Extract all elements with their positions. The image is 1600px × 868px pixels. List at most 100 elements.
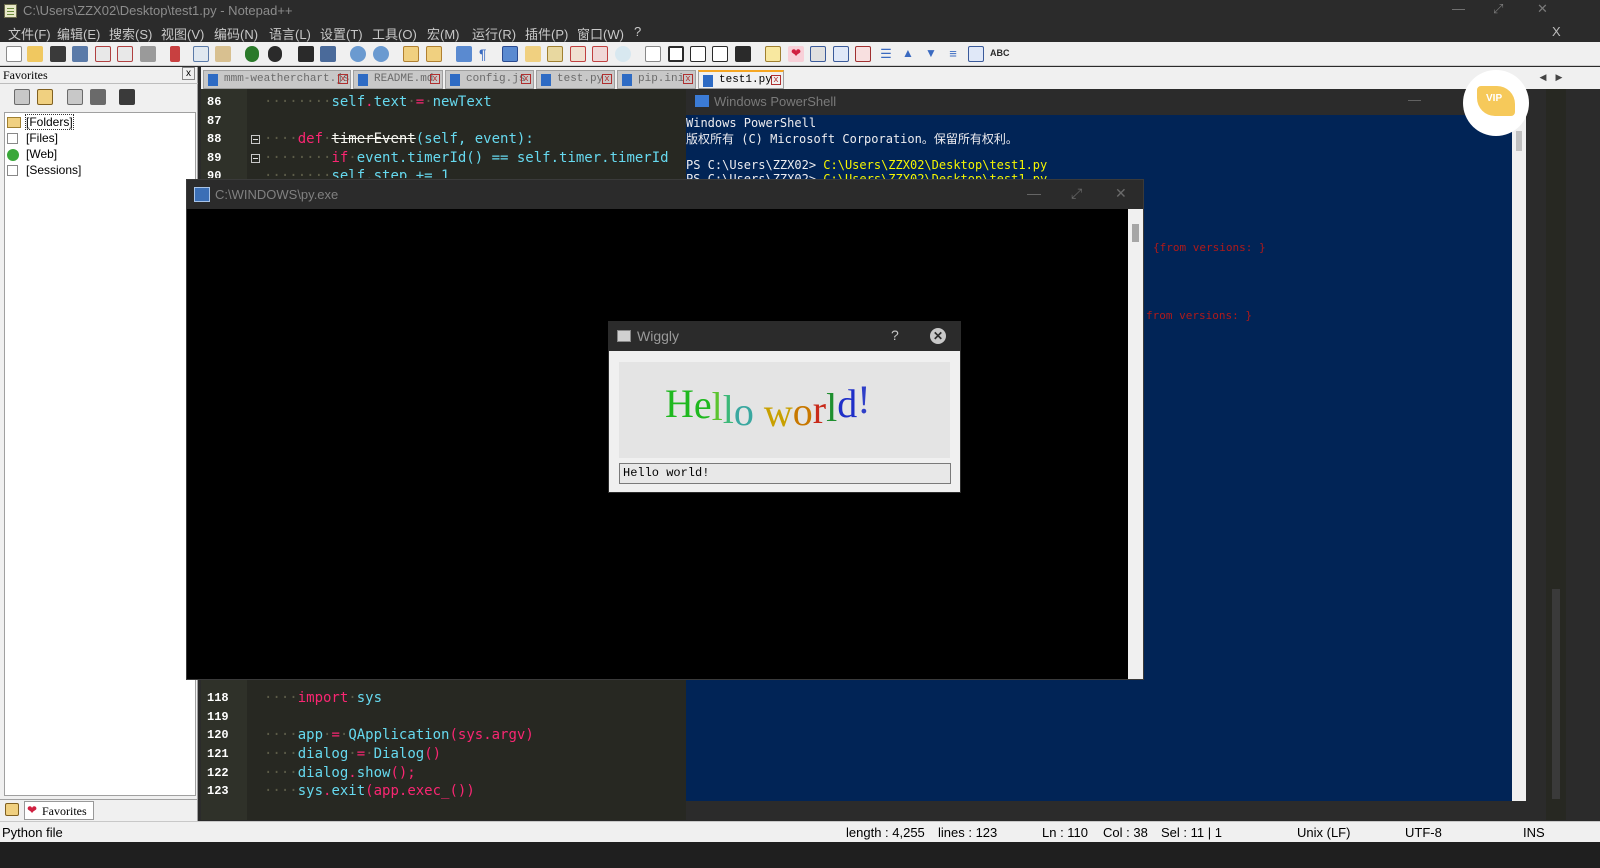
- scroll-thumb[interactable]: [1552, 589, 1560, 799]
- add-link-icon[interactable]: [67, 89, 83, 105]
- table-red-icon[interactable]: [855, 46, 871, 62]
- monitoring-icon[interactable]: [615, 46, 631, 62]
- tab-mmm-weatherchart[interactable]: mmm-weatherchart.js x: [203, 70, 351, 89]
- py-console-scrollbar[interactable]: [1128, 209, 1143, 679]
- py-minimize-button[interactable]: —: [1027, 185, 1041, 201]
- close-document-button[interactable]: X: [1552, 24, 1561, 39]
- ps-error-text: {from versions: }: [1153, 241, 1266, 254]
- menu-window[interactable]: 窗口(W): [577, 24, 624, 43]
- save-icon[interactable]: [50, 46, 66, 62]
- record-macro-icon[interactable]: [645, 46, 661, 62]
- run-macro-multiple-icon[interactable]: [712, 46, 728, 62]
- menu-view[interactable]: 视图(V): [161, 24, 204, 43]
- replace-icon[interactable]: [320, 46, 336, 62]
- save-macro-icon[interactable]: [735, 46, 751, 62]
- link-icon[interactable]: [14, 89, 30, 105]
- find-icon[interactable]: [298, 46, 314, 62]
- menu-plugins[interactable]: 插件(P): [525, 24, 568, 43]
- zoom-out-icon[interactable]: [373, 46, 389, 62]
- tab-close-button[interactable]: x: [521, 74, 531, 84]
- stop-macro-icon[interactable]: [668, 46, 684, 62]
- print-icon[interactable]: [140, 46, 156, 62]
- cut-icon[interactable]: [170, 46, 180, 62]
- close-all-icon[interactable]: [117, 46, 133, 62]
- minimize-button[interactable]: —: [1452, 1, 1465, 16]
- add-folder-icon[interactable]: [37, 89, 53, 105]
- help-button[interactable]: ?: [891, 327, 899, 343]
- indent-guide-icon[interactable]: [502, 46, 518, 62]
- menu-macro[interactable]: 宏(M): [427, 24, 460, 43]
- wiggly-dialog[interactable]: Wiggly ? ✕ Hello world! Hello world!: [608, 321, 961, 493]
- wiggly-close-button[interactable]: ✕: [930, 328, 946, 344]
- arrow-down-icon[interactable]: ▼: [923, 46, 939, 62]
- close-button[interactable]: ✕: [1537, 1, 1548, 17]
- menu-help[interactable]: ?: [634, 24, 641, 39]
- menu-settings[interactable]: 设置(T): [320, 24, 363, 43]
- favorites-close-button[interactable]: x: [182, 67, 195, 80]
- menu-encoding[interactable]: 编码(N): [214, 24, 258, 43]
- sync-vertical-icon[interactable]: [403, 46, 419, 62]
- tab-test-py[interactable]: test.py x: [536, 70, 615, 89]
- remove-link-icon[interactable]: [90, 89, 106, 105]
- menu-tools[interactable]: 工具(O): [372, 24, 417, 43]
- close-file-icon[interactable]: [95, 46, 111, 62]
- sync-horizontal-icon[interactable]: [426, 46, 442, 62]
- py-maximize-button[interactable]: ⤢: [1071, 185, 1082, 202]
- tab-pip-ini[interactable]: pip.ini x: [617, 70, 696, 89]
- tab-close-button[interactable]: x: [771, 75, 781, 85]
- fold-minus-icon[interactable]: [251, 154, 260, 163]
- tab-close-button[interactable]: x: [338, 74, 348, 84]
- folder-workspace-icon[interactable]: [592, 46, 608, 62]
- save-all-icon[interactable]: [72, 46, 88, 62]
- new-file-icon[interactable]: [6, 46, 22, 62]
- tab-close-button[interactable]: x: [430, 74, 440, 84]
- editor-vertical-scrollbar[interactable]: [1546, 89, 1566, 820]
- favorites-tab[interactable]: ❤ Favorites: [24, 801, 94, 820]
- panel-icon[interactable]: [5, 803, 19, 816]
- tab-readme[interactable]: README.md x: [353, 70, 443, 89]
- copy-icon[interactable]: [193, 46, 209, 62]
- paste-icon[interactable]: [215, 46, 231, 62]
- tab-config[interactable]: config.js x: [445, 70, 534, 89]
- wiggly-text-input[interactable]: Hello world!: [619, 463, 951, 484]
- function-list-icon[interactable]: [570, 46, 586, 62]
- play-macro-icon[interactable]: [690, 46, 706, 62]
- py-close-button[interactable]: ✕: [1115, 185, 1127, 202]
- ps-minimize-button[interactable]: —: [1408, 92, 1421, 107]
- doc-map-icon[interactable]: [547, 46, 563, 62]
- tab-close-button[interactable]: x: [683, 74, 693, 84]
- scroll-thumb[interactable]: [1516, 131, 1522, 151]
- show-all-chars-icon[interactable]: ¶: [479, 46, 495, 62]
- settings-icon[interactable]: [119, 89, 135, 105]
- menu-edit[interactable]: 编辑(E): [57, 24, 100, 43]
- maximize-button[interactable]: ⤢: [1493, 1, 1503, 17]
- vip-badge[interactable]: VIP: [1463, 70, 1529, 136]
- menu-search[interactable]: 搜索(S): [109, 24, 152, 43]
- heart-icon[interactable]: ❤: [788, 46, 804, 62]
- word-wrap-icon[interactable]: [456, 46, 472, 62]
- undo-icon[interactable]: [245, 46, 259, 62]
- tab-scroll-left-button[interactable]: ◀: [1536, 72, 1550, 86]
- favorites-panel-icon[interactable]: [765, 46, 781, 62]
- collapse-icon[interactable]: ☰: [878, 46, 894, 62]
- user-lang-icon[interactable]: [525, 46, 541, 62]
- columns-icon[interactable]: [968, 46, 984, 62]
- redo-icon[interactable]: [268, 46, 282, 62]
- spell-check-icon[interactable]: ABC: [990, 48, 1010, 64]
- tab-scroll-right-button[interactable]: ▶: [1552, 72, 1566, 86]
- fold-minus-icon[interactable]: [251, 135, 260, 144]
- expand-icon[interactable]: ≡: [945, 46, 961, 62]
- table-icon[interactable]: [833, 46, 849, 62]
- zoom-in-icon[interactable]: [350, 46, 366, 62]
- menu-language[interactable]: 语言(L): [269, 24, 311, 43]
- tab-close-button[interactable]: x: [602, 74, 612, 84]
- scroll-thumb[interactable]: [1132, 224, 1139, 242]
- ps-line: Windows PowerShell: [686, 116, 817, 130]
- open-file-icon[interactable]: [27, 46, 43, 62]
- menu-run[interactable]: 运行(R): [472, 24, 516, 43]
- arrow-up-icon[interactable]: ▲: [900, 46, 916, 62]
- insert-icon[interactable]: [810, 46, 826, 62]
- powershell-scrollbar[interactable]: [1512, 115, 1526, 801]
- menu-file[interactable]: 文件(F): [8, 24, 51, 43]
- tab-test1-py[interactable]: test1.py x: [698, 70, 784, 89]
